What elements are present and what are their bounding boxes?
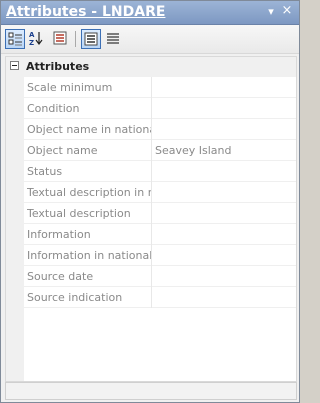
grid-gutter (6, 77, 24, 381)
description-view-icon (84, 32, 98, 46)
svg-text:Z: Z (29, 39, 34, 47)
property-grid: Attributes Scale minimum Condition Object … (5, 56, 297, 382)
toolbar-separator (75, 31, 76, 47)
column-divider[interactable] (151, 161, 152, 182)
property-row[interactable]: Status (24, 161, 296, 182)
property-row[interactable]: Source date (24, 266, 296, 287)
property-row[interactable]: Textual description (24, 203, 296, 224)
column-divider[interactable] (151, 140, 152, 161)
property-name: Source date (27, 270, 94, 283)
property-row[interactable]: Information in national (24, 245, 296, 266)
svg-text:A: A (29, 31, 35, 39)
property-row[interactable]: Source indication (24, 287, 296, 308)
window-title: Attributes - LNDARE (6, 4, 166, 20)
property-value[interactable]: Seavey Island (155, 144, 293, 157)
list-view-icon (107, 33, 119, 44)
property-name: Textual description in n (27, 186, 151, 199)
categorized-button[interactable] (5, 29, 25, 49)
property-pages-icon (53, 31, 67, 45)
column-divider[interactable] (151, 119, 152, 140)
property-name: Object name (27, 144, 98, 157)
description-pane (5, 382, 297, 400)
property-row[interactable]: Condition (24, 98, 296, 119)
title-bar[interactable]: Attributes - LNDARE ▾ × (1, 1, 299, 25)
column-divider[interactable] (151, 224, 152, 245)
property-name: Textual description (27, 207, 131, 220)
property-name: Information (27, 228, 91, 241)
category-label: Attributes (26, 60, 90, 73)
property-name: Scale minimum (27, 81, 113, 94)
property-row[interactable]: Scale minimum (24, 77, 296, 98)
property-row[interactable]: Object name in nationa (24, 119, 296, 140)
property-name: Information in national (27, 249, 151, 262)
column-divider[interactable] (151, 77, 152, 98)
property-row[interactable]: Textual description in n (24, 182, 296, 203)
property-name: Source indication (27, 291, 123, 304)
column-divider[interactable] (151, 266, 152, 287)
column-divider[interactable] (151, 98, 152, 119)
category-header[interactable]: Attributes (6, 57, 296, 77)
alphabetical-button[interactable]: A Z (27, 29, 47, 49)
categorized-icon (8, 32, 22, 46)
collapse-toggle-icon[interactable] (10, 61, 19, 70)
description-view-button[interactable] (81, 29, 101, 49)
column-divider[interactable] (151, 245, 152, 266)
property-pages-button[interactable] (51, 29, 71, 49)
property-name: Status (27, 165, 63, 178)
alphabetical-sort-icon: A Z (29, 31, 43, 47)
close-icon[interactable]: × (281, 4, 293, 17)
list-view-button[interactable] (104, 29, 124, 49)
column-divider[interactable] (151, 182, 152, 203)
column-divider[interactable] (151, 203, 152, 224)
attributes-window: Attributes - LNDARE ▾ × A Z Attributes S… (0, 0, 300, 403)
column-divider[interactable] (151, 287, 152, 308)
property-row[interactable]: Information (24, 224, 296, 245)
property-name: Condition (27, 102, 80, 115)
pin-dropdown-icon[interactable]: ▾ (265, 6, 277, 18)
property-name: Object name in nationa (27, 123, 151, 136)
toolbar: A Z (1, 25, 299, 54)
property-row[interactable]: Object name Seavey Island (24, 140, 296, 161)
